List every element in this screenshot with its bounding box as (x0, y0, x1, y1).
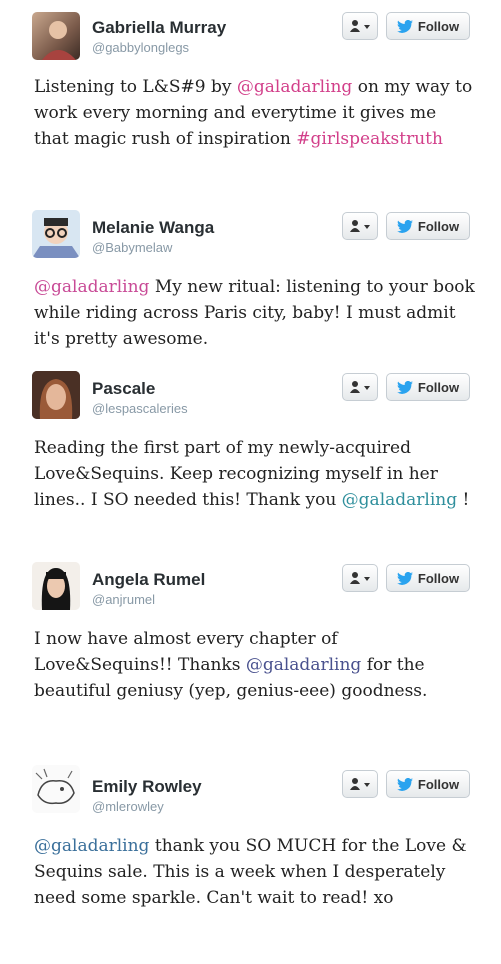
mention-link[interactable]: @galadarling (34, 277, 149, 297)
mention-link[interactable]: @galadarling (34, 836, 149, 856)
twitter-bird-icon (396, 219, 413, 233)
avatar[interactable] (32, 12, 80, 60)
tweet-text: @galadarling My new ritual: listening to… (34, 274, 476, 352)
follow-button[interactable]: Follow (386, 770, 470, 798)
tweet-text-segment: ! (457, 490, 470, 510)
follow-label: Follow (417, 776, 460, 792)
tweet-text-segment: Listening to L&S#9 by (34, 77, 237, 97)
tweet-text: Reading the first part of my newly-acqui… (34, 435, 476, 513)
follow-button[interactable]: Follow (386, 12, 470, 40)
user-name[interactable]: Angela Rumel (92, 570, 205, 590)
user-handle[interactable]: @anjrumel (92, 592, 155, 607)
follow-button[interactable]: Follow (386, 212, 470, 240)
user-name[interactable]: Pascale (92, 379, 155, 399)
tweet-card: Angela Rumel @anjrumel Follow I now have… (0, 552, 501, 757)
user-dropdown-icon (350, 778, 370, 790)
follow-label: Follow (417, 379, 460, 395)
avatar[interactable] (32, 371, 80, 419)
avatar-photo (32, 562, 80, 610)
user-actions-button[interactable] (342, 12, 378, 40)
user-dropdown-icon (350, 381, 370, 393)
avatar-photo (42, 21, 76, 60)
tweet-card: Pascale @lespascaleries Follow Reading t… (0, 361, 501, 556)
avatar-photo (32, 210, 80, 258)
follow-label: Follow (417, 18, 460, 34)
tweet-text: @galadarling thank you SO MUCH for the L… (34, 833, 476, 911)
user-name[interactable]: Melanie Wanga (92, 218, 214, 238)
tweet-card: Melanie Wanga @Babymelaw Follow @galadar… (0, 200, 501, 365)
user-name[interactable]: Gabriella Murray (92, 18, 226, 38)
follow-button[interactable]: Follow (386, 373, 470, 401)
user-dropdown-icon (350, 572, 370, 584)
twitter-bird-icon (396, 571, 413, 585)
twitter-bird-icon (396, 777, 413, 791)
avatar-photo (32, 765, 80, 813)
user-handle[interactable]: @Babymelaw (92, 240, 172, 255)
user-actions-button[interactable] (342, 212, 378, 240)
tweet-text: Listening to L&S#9 by @galadarling on my… (34, 74, 476, 152)
hashtag-link[interactable]: #girlspeakstruth (296, 129, 443, 149)
follow-label: Follow (417, 570, 460, 586)
follow-button[interactable]: Follow (386, 564, 470, 592)
user-actions-button[interactable] (342, 373, 378, 401)
twitter-bird-icon (396, 19, 413, 33)
user-dropdown-icon (350, 20, 370, 32)
avatar-photo (32, 371, 80, 419)
mention-link[interactable]: @galadarling (237, 77, 352, 97)
tweet-card: Emily Rowley @mlerowley Follow @galadarl… (0, 757, 501, 964)
twitter-bird-icon (396, 380, 413, 394)
user-actions-button[interactable] (342, 564, 378, 592)
user-handle[interactable]: @lespascaleries (92, 401, 188, 416)
user-handle[interactable]: @mlerowley (92, 799, 164, 814)
mention-link[interactable]: @galadarling (246, 655, 361, 675)
avatar[interactable] (32, 765, 80, 813)
user-actions-button[interactable] (342, 770, 378, 798)
avatar[interactable] (32, 210, 80, 258)
user-name[interactable]: Emily Rowley (92, 777, 202, 797)
user-handle[interactable]: @gabbylonglegs (92, 40, 189, 55)
follow-label: Follow (417, 218, 460, 234)
user-dropdown-icon (350, 220, 370, 232)
mention-link[interactable]: @galadarling (342, 490, 457, 510)
tweet-card: Gabriella Murray @gabbylonglegs Follow L… (0, 0, 501, 200)
avatar[interactable] (32, 562, 80, 610)
tweet-text: I now have almost every chapter of Love&… (34, 626, 476, 704)
